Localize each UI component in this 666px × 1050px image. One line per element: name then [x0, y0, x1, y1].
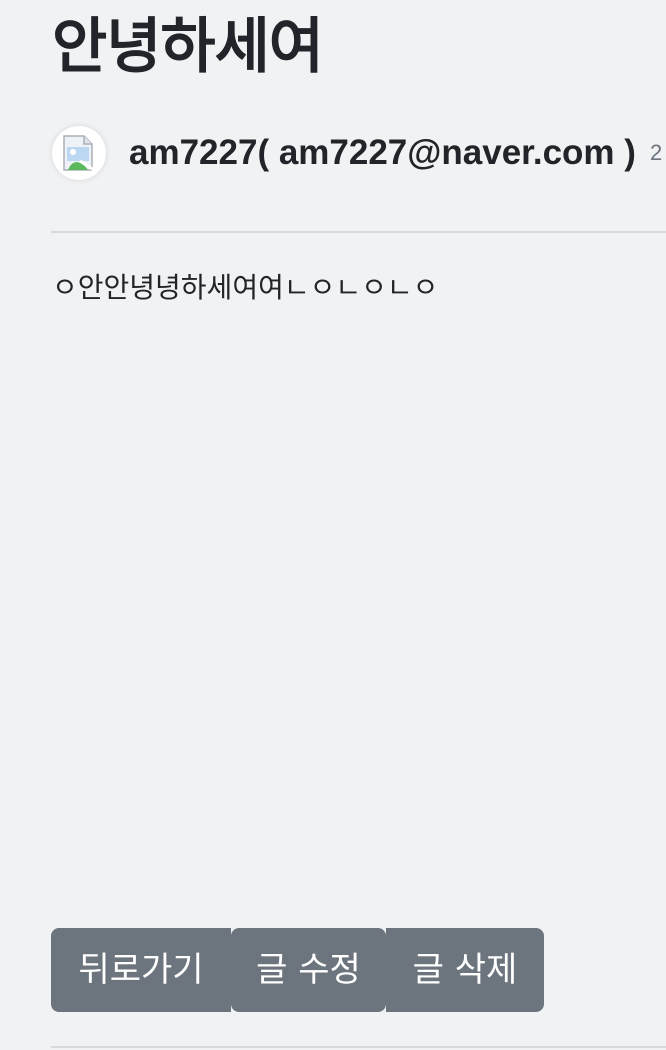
post-body: ㅇ안안녕녕하세여여ㄴㅇㄴㅇㄴㅇ — [52, 271, 439, 304]
post-date: 2 — [649, 140, 663, 165]
delete-post-button[interactable]: 글 삭제 — [386, 928, 544, 1012]
post-title: 안녕하세여 — [52, 12, 324, 82]
avatar — [52, 126, 106, 180]
broken-image-icon — [63, 135, 95, 172]
author-info: am7227( am7227@naver.com ) — [129, 133, 636, 172]
author-row: am7227( am7227@naver.com ) 2 — [52, 124, 662, 182]
divider — [51, 231, 666, 233]
back-button[interactable]: 뒤로가기 — [51, 928, 231, 1012]
divider — [51, 1046, 666, 1048]
action-button-group: 뒤로가기 글 수정 글 삭제 — [51, 928, 544, 1012]
post-detail-page: 안녕하세여 am7227( am7227@naver.com ) 2 ㅇ안안녕녕… — [0, 0, 666, 1050]
edit-post-button[interactable]: 글 수정 — [231, 928, 386, 1012]
